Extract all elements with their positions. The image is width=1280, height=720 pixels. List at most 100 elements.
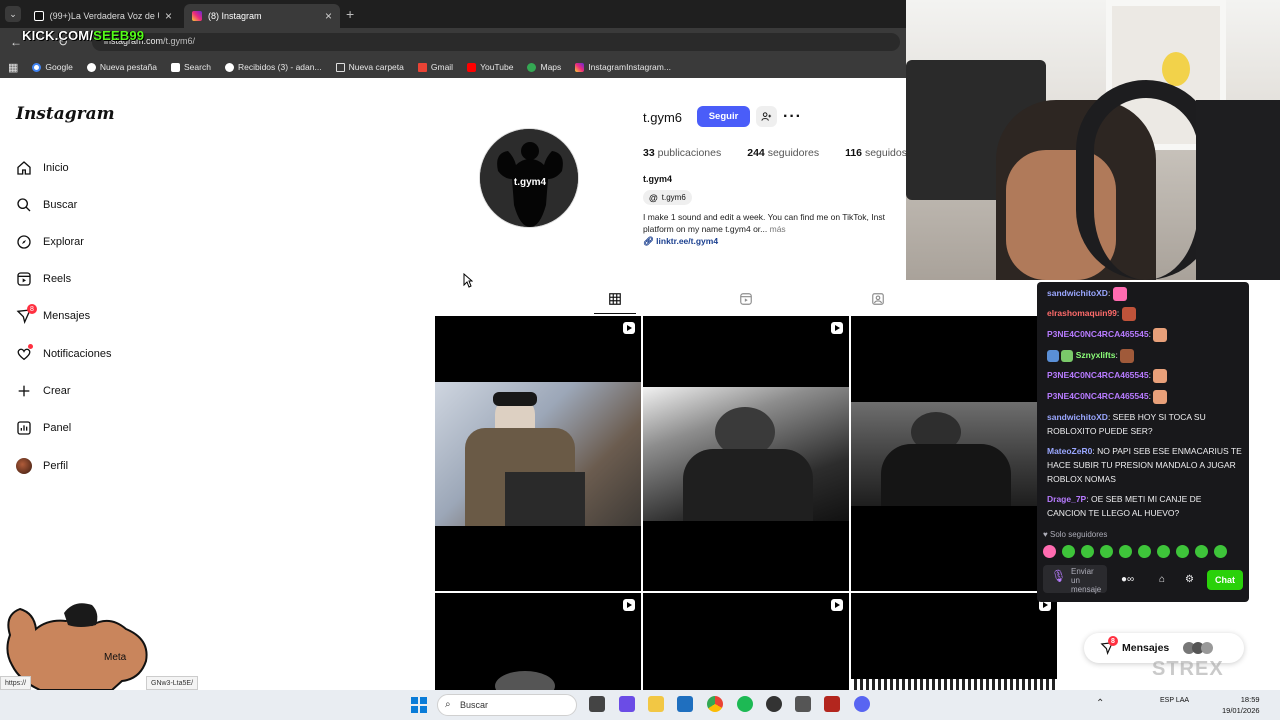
pikachu-figure bbox=[1162, 52, 1190, 86]
tab-search-button[interactable]: ⌄ bbox=[5, 6, 21, 22]
sidebar-more-label[interactable]: Meta bbox=[104, 652, 126, 663]
post-thumbnail[interactable] bbox=[851, 593, 1057, 690]
person-body bbox=[683, 449, 813, 521]
discord-icon[interactable] bbox=[854, 696, 870, 712]
chat-username[interactable]: P3NE4C0NC4RCA465545 bbox=[1047, 329, 1149, 339]
post-thumbnail[interactable] bbox=[643, 316, 849, 591]
threads-link[interactable]: @ t.gym6 bbox=[643, 190, 692, 205]
taskbar-search[interactable]: ⌕ Buscar bbox=[437, 694, 577, 716]
followers-stat[interactable]: 244 seguidores bbox=[747, 147, 819, 159]
podium bbox=[505, 472, 585, 526]
bookmark-inbox[interactable]: Recibidos (3) - adan... bbox=[224, 62, 322, 72]
sidebar-item-explorar[interactable]: Explorar bbox=[16, 234, 84, 250]
chat-input[interactable]: 🎙︎ Enviar un mensaje bbox=[1043, 565, 1107, 594]
chat-username[interactable]: MateoZeR0 bbox=[1047, 446, 1092, 456]
emote-icon[interactable] bbox=[1119, 545, 1132, 558]
suggest-user-button[interactable] bbox=[756, 106, 777, 127]
store-icon[interactable]: ⌂ bbox=[1159, 574, 1165, 585]
chat-send-button[interactable]: Chat bbox=[1207, 570, 1243, 590]
person-cap bbox=[493, 392, 537, 406]
apps-grid-icon[interactable]: ▦ bbox=[8, 61, 18, 74]
taskbar-clock[interactable]: 18:59 19/01/2026 bbox=[1222, 694, 1260, 716]
emote-icon[interactable] bbox=[1176, 545, 1189, 558]
profile-link[interactable]: 🔗︎ linktr.ee/t.gym4 bbox=[643, 236, 718, 247]
post-thumbnail[interactable] bbox=[643, 593, 849, 690]
sidebar-item-notificaciones[interactable]: Notificaciones bbox=[16, 344, 111, 362]
profile-picture[interactable]: t.gym4 bbox=[479, 128, 579, 228]
spotify-icon[interactable] bbox=[737, 696, 753, 712]
back-icon[interactable]: ← bbox=[10, 35, 22, 49]
post-thumbnail[interactable] bbox=[851, 316, 1057, 591]
screen: ⌄ (99+)La Verdadera Voz de Uch... × (8) … bbox=[0, 0, 1280, 720]
microphone-icon[interactable]: 🎙︎ bbox=[1051, 570, 1066, 582]
emote-icon[interactable] bbox=[1043, 545, 1056, 558]
emote-icon[interactable] bbox=[1100, 545, 1113, 558]
file-explorer-icon[interactable] bbox=[648, 696, 664, 712]
app-icon[interactable] bbox=[619, 696, 635, 712]
bookmark-youtube[interactable]: YouTube bbox=[467, 62, 513, 72]
sidebar-item-label: Reels bbox=[43, 273, 72, 285]
emote-icon[interactable] bbox=[1214, 545, 1227, 558]
emote-icon[interactable] bbox=[1157, 545, 1170, 558]
bookmark-search[interactable]: Search bbox=[171, 62, 211, 72]
post-thumbnail[interactable] bbox=[435, 593, 641, 690]
language-indicator[interactable]: ESP LAA bbox=[1160, 696, 1189, 705]
instagram-logo[interactable]: Instagram bbox=[16, 104, 115, 124]
bookmark-new-tab[interactable]: Nueva pestaña bbox=[86, 62, 157, 72]
reels-icon bbox=[17, 272, 31, 286]
emote-icon[interactable] bbox=[1081, 545, 1094, 558]
sidebar-item-perfil[interactable]: Perfil bbox=[16, 458, 68, 474]
task-view-icon[interactable] bbox=[589, 696, 605, 712]
browser-tab-instagram[interactable]: (8) Instagram × bbox=[184, 4, 340, 28]
chrome-icon[interactable] bbox=[707, 696, 723, 712]
sidebar-item-panel[interactable]: Panel bbox=[16, 420, 71, 436]
chat-username[interactable]: P3NE4C0NC4RCA465545 bbox=[1047, 391, 1149, 401]
emote-icon bbox=[1112, 286, 1127, 301]
users-icon[interactable]: ●∞ bbox=[1121, 574, 1134, 585]
app-icon[interactable] bbox=[795, 696, 811, 712]
sidebar-item-reels[interactable]: Reels bbox=[16, 271, 71, 287]
chat-username[interactable]: Drage_7P bbox=[1047, 494, 1086, 504]
sidebar-item-mensajes[interactable]: 8 Mensajes bbox=[16, 304, 90, 325]
more-options-button[interactable]: ··· bbox=[783, 108, 802, 126]
emote-icon[interactable] bbox=[1195, 545, 1208, 558]
chevron-up-icon[interactable]: ⌃ bbox=[1096, 698, 1104, 709]
close-tab-icon[interactable]: × bbox=[325, 9, 332, 23]
post-thumbnail[interactable] bbox=[435, 316, 641, 591]
chat-username[interactable]: elrashomaquin99 bbox=[1047, 308, 1117, 318]
chat-username[interactable]: Sznyxlifts bbox=[1076, 350, 1116, 360]
chat-message: sandwichitoXD: SEEB HOY SI TOCA SU ROBLO… bbox=[1047, 412, 1206, 436]
chat-username[interactable]: sandwichitoXD bbox=[1047, 412, 1108, 422]
sidebar-item-buscar[interactable]: Buscar bbox=[16, 197, 77, 213]
reels-tab-icon[interactable] bbox=[739, 292, 753, 306]
app-icon[interactable] bbox=[824, 696, 840, 712]
close-tab-icon[interactable]: × bbox=[165, 9, 172, 23]
bookmark-folder[interactable]: Nueva carpeta bbox=[335, 62, 404, 72]
store-icon[interactable] bbox=[677, 696, 693, 712]
bookmark-maps[interactable]: Maps bbox=[527, 62, 561, 72]
new-tab-button[interactable]: + bbox=[346, 6, 354, 22]
chat-username[interactable]: P3NE4C0NC4RCA465545 bbox=[1047, 370, 1149, 380]
bookmark-google[interactable]: Google bbox=[32, 62, 73, 72]
badge-icon bbox=[1061, 349, 1074, 362]
tagged-tab-icon[interactable] bbox=[871, 292, 885, 306]
bookmark-instagram[interactable]: InstagramInstagram... bbox=[575, 62, 671, 72]
emote-icon bbox=[1153, 389, 1168, 404]
address-bar[interactable]: instagram.com/t.gym6/ bbox=[92, 33, 900, 51]
gear-icon[interactable]: ⚙ bbox=[1185, 574, 1194, 585]
following-stat[interactable]: 116 seguidos bbox=[845, 147, 907, 159]
chat-username[interactable]: sandwichitoXD bbox=[1047, 288, 1108, 298]
browser-tab-tiktok[interactable]: (99+)La Verdadera Voz de Uch... × bbox=[26, 4, 180, 28]
sidebar-item-crear[interactable]: Crear bbox=[16, 383, 71, 399]
posts-grid-tab-icon[interactable] bbox=[608, 292, 622, 306]
sidebar-item-inicio[interactable]: Inicio bbox=[16, 160, 69, 176]
messages-badge: 8 bbox=[1108, 636, 1118, 646]
windows-start-icon[interactable] bbox=[411, 697, 427, 713]
reel-indicator-icon bbox=[831, 322, 843, 334]
bio-more-link[interactable]: más bbox=[770, 224, 786, 234]
emote-icon[interactable] bbox=[1062, 545, 1075, 558]
bookmark-gmail[interactable]: Gmail bbox=[417, 62, 453, 72]
follow-button[interactable]: Seguir bbox=[697, 106, 750, 127]
obs-icon[interactable] bbox=[766, 696, 782, 712]
emote-icon[interactable] bbox=[1138, 545, 1151, 558]
